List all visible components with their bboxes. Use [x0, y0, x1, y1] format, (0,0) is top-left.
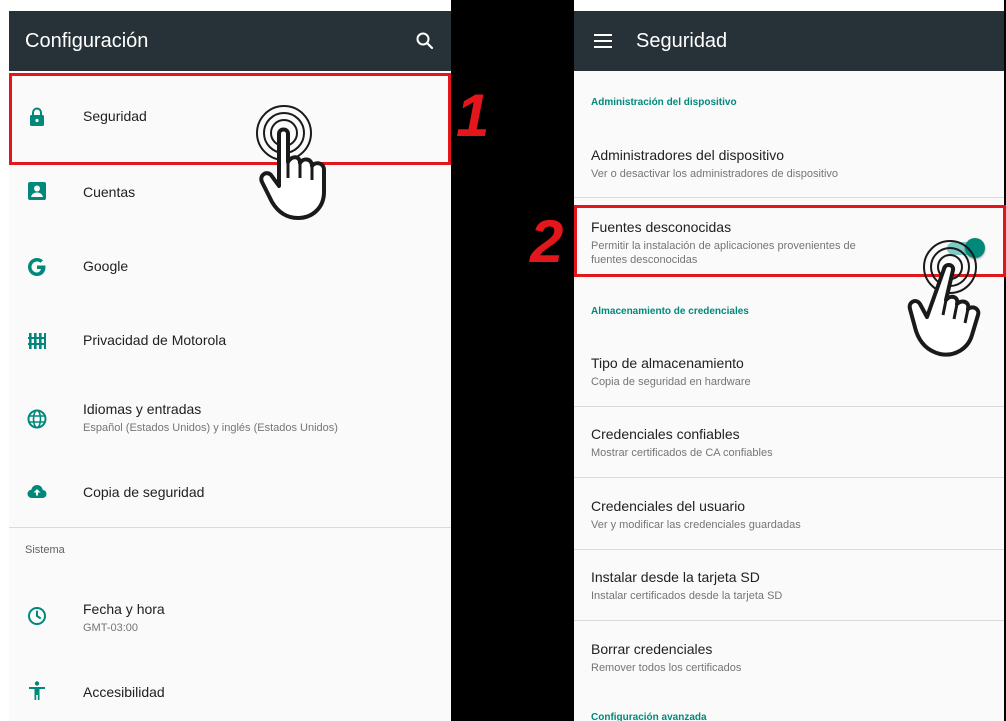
row-divider — [574, 197, 1004, 198]
settings-item-cuentas[interactable]: Cuentas — [9, 162, 451, 220]
accessibility-icon — [29, 681, 45, 700]
app-bar: Seguridad — [574, 11, 1004, 71]
row-divider — [574, 406, 1004, 407]
settings-item-label: Cuentas — [83, 184, 136, 200]
settings-item-accesibilidad[interactable]: Accesibilidad — [9, 663, 451, 721]
setting-title: Credenciales del usuario — [591, 498, 746, 514]
globe-icon — [27, 409, 47, 429]
clock-icon — [28, 607, 46, 625]
setting-instalar-sd[interactable]: Instalar desde la tarjeta SD Instalar ce… — [591, 569, 782, 603]
setting-fuentes-desconocidas[interactable]: Fuentes desconocidas Permitir la instala… — [591, 219, 856, 267]
settings-item-subtitle: Español (Estados Unidos) y inglés (Estad… — [83, 422, 338, 434]
settings-item-fecha-hora[interactable]: Fecha y hora GMT-03:00 — [9, 583, 451, 653]
step-number-1: 1 — [456, 82, 490, 149]
setting-title: Instalar desde la tarjeta SD — [591, 569, 760, 585]
setting-subtitle: Instalar certificados desde la tarjeta S… — [591, 590, 783, 602]
tap-hand-icon — [256, 105, 326, 220]
category-advanced: Configuración avanzada — [591, 712, 707, 721]
section-divider — [9, 527, 451, 528]
setting-subtitle: Copia de seguridad en hardware — [591, 376, 751, 388]
setting-title: Borrar credenciales — [591, 641, 713, 657]
setting-title: Tipo de almacenamiento — [591, 355, 744, 371]
setting-title: Fuentes desconocidas — [591, 219, 732, 235]
category-device-admin: Administración del dispositivo — [591, 97, 737, 108]
settings-screen: Configuración Seguridad Cuentas Google P… — [9, 11, 451, 721]
setting-tipo-almacenamiento[interactable]: Tipo de almacenamiento Copia de segurida… — [591, 355, 751, 389]
settings-item-google[interactable]: Google — [9, 235, 451, 297]
settings-item-label: Accesibilidad — [83, 684, 165, 700]
row-divider — [574, 477, 1004, 478]
setting-borrar-credenciales[interactable]: Borrar credenciales Remover todos los ce… — [591, 641, 741, 675]
settings-item-label: Privacidad de Motorola — [83, 332, 227, 348]
settings-item-idiomas[interactable]: Idiomas y entradas Español (Estados Unid… — [9, 381, 451, 461]
security-screen: Seguridad Administración del dispositivo… — [574, 11, 1004, 721]
cloud-upload-icon — [27, 485, 47, 498]
setting-subtitle: Mostrar certificados de CA confiables — [591, 447, 773, 459]
setting-subtitle: Ver o desactivar los administradores de … — [591, 168, 839, 180]
settings-item-label: Seguridad — [83, 108, 147, 124]
settings-item-label: Google — [83, 258, 129, 274]
privacy-fence-icon — [28, 333, 46, 349]
step-number-2: 2 — [530, 208, 564, 275]
category-credentials: Almacenamiento de credenciales — [591, 306, 749, 317]
settings-item-seguridad[interactable]: Seguridad — [9, 71, 451, 162]
google-icon — [28, 258, 46, 276]
setting-title: Administradores del dispositivo — [591, 147, 784, 163]
lock-icon — [30, 107, 44, 126]
setting-subtitle: Ver y modificar las credenciales guardad… — [591, 519, 801, 531]
setting-credenciales-confiables[interactable]: Credenciales confiables Mostrar certific… — [591, 426, 773, 460]
setting-administradores[interactable]: Administradores del dispositivo Ver o de… — [591, 147, 838, 181]
app-bar: Configuración — [9, 11, 451, 71]
setting-subtitle: Remover todos los certificados — [591, 662, 742, 674]
settings-item-label: Fecha y hora — [83, 601, 165, 617]
setting-credenciales-usuario[interactable]: Credenciales del usuario Ver y modificar… — [591, 498, 801, 532]
row-divider — [574, 549, 1004, 550]
settings-item-copia-seguridad[interactable]: Copia de seguridad — [9, 461, 451, 527]
settings-item-label: Idiomas y entradas — [83, 401, 202, 417]
settings-item-subtitle: GMT-03:00 — [83, 622, 139, 634]
account-box-icon — [28, 182, 46, 200]
menu-icon[interactable] — [594, 34, 612, 48]
section-label-sistema: Sistema — [25, 544, 65, 556]
row-divider — [574, 620, 1004, 621]
tap-hand-icon — [907, 240, 981, 357]
settings-item-privacidad[interactable]: Privacidad de Motorola — [9, 309, 451, 373]
setting-title: Credenciales confiables — [591, 426, 740, 442]
settings-item-label: Copia de seguridad — [83, 484, 205, 500]
page-title: Configuración — [25, 29, 149, 52]
setting-subtitle: Permitir la instalación de aplicaciones … — [591, 240, 856, 266]
search-icon[interactable] — [415, 31, 435, 51]
page-title: Seguridad — [636, 29, 728, 52]
